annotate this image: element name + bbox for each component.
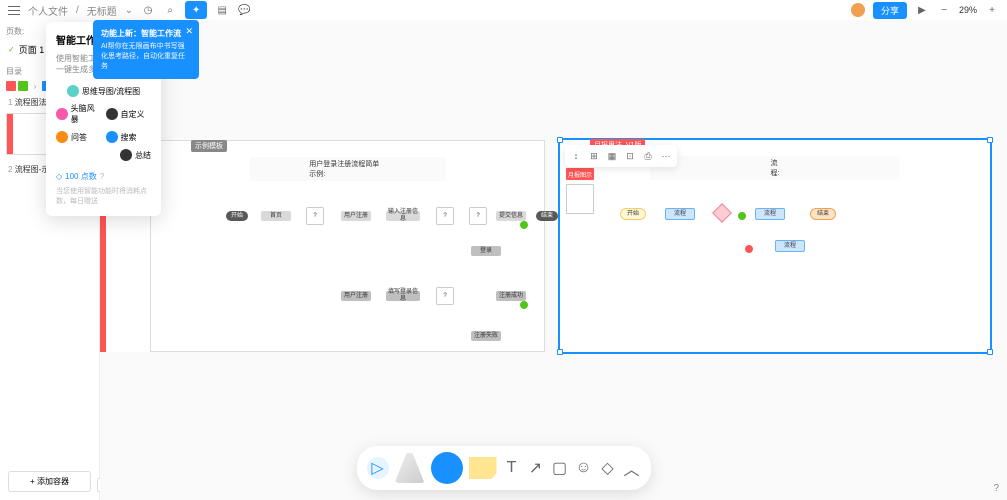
color-red[interactable] <box>6 81 16 91</box>
page-label: 页面 1 <box>19 43 45 56</box>
node[interactable]: 填写登录信息 <box>386 291 420 301</box>
page-icon[interactable]: ▤ <box>215 3 229 17</box>
bottom-dock: ▷ T ↗ ▢ ☺ ◇ ︿ <box>357 446 651 490</box>
node[interactable]: 输入注册信息 <box>386 211 420 221</box>
chip-qa[interactable]: 问答 <box>56 131 102 143</box>
help-button[interactable]: ? <box>993 483 999 494</box>
node-decision[interactable] <box>712 203 732 223</box>
node-decision[interactable]: ? <box>436 287 454 305</box>
breadcrumb-file[interactable]: 无标题 <box>87 3 117 18</box>
breadcrumb-sep: / <box>76 5 79 16</box>
emoji-tool[interactable]: ☺ <box>575 459 593 477</box>
breadcrumb-folder[interactable]: 个人文件 <box>28 3 68 18</box>
node-decision[interactable]: ? <box>306 207 324 225</box>
handle[interactable] <box>987 349 993 355</box>
zoom-level[interactable]: 29% <box>959 5 977 15</box>
node[interactable]: 流程 <box>775 240 805 252</box>
history-icon[interactable]: ◷ <box>141 3 155 17</box>
share-button[interactable]: 分享 <box>873 2 907 19</box>
node-end[interactable]: 结束 <box>810 208 836 220</box>
layout-icon[interactable]: ▦ <box>605 149 619 163</box>
node[interactable]: 用户注册 <box>341 291 371 301</box>
tip-title: 功能上新：智能工作流 <box>101 28 191 39</box>
sticky-note[interactable] <box>469 457 497 479</box>
zoom-in[interactable]: + <box>985 3 999 17</box>
feature-tip: ✕ 功能上新：智能工作流 AI帮你在无限画布中书写强化思考路径，自动化重复任务 <box>93 20 199 79</box>
handle[interactable] <box>557 137 563 143</box>
export-icon[interactable]: ⎙ <box>641 149 655 163</box>
zoom-out[interactable]: − <box>937 3 951 17</box>
selection-toolbar: ↕ ⊞ ▦ ⊡ ⎙ ⋯ <box>565 145 677 167</box>
frame-icon[interactable]: ⊡ <box>623 149 637 163</box>
node-start[interactable]: 开始 <box>226 211 248 221</box>
search-icon[interactable]: ⌕ <box>163 3 177 17</box>
points-fine: 当您使用智能功能时将消耗点数，每日赠送 <box>56 186 151 206</box>
node[interactable]: 流程 <box>665 208 695 220</box>
node[interactable]: 注册失败 <box>471 331 501 341</box>
present-icon[interactable]: ▶ <box>915 3 929 17</box>
sub-tag: 月报图示 <box>566 168 594 180</box>
expand-tool[interactable]: ︿ <box>623 459 641 477</box>
chevron-down-icon[interactable]: ⌄ <box>125 5 133 16</box>
node-start[interactable]: 开始 <box>620 208 646 220</box>
node[interactable]: 首页 <box>261 211 291 221</box>
chip-mindmap[interactable]: 思维导图/流程图 <box>56 85 151 97</box>
badge-yes <box>738 212 746 220</box>
badge-no <box>745 245 753 253</box>
shape-tool[interactable]: ◇ <box>599 459 617 477</box>
node[interactable]: 提交信息 <box>496 211 526 221</box>
node-decision[interactable]: ? <box>436 207 454 225</box>
chip-search[interactable]: 搜索 <box>106 131 152 143</box>
frame-3-selected[interactable]: 月报思法_V1版 流程: 月报图示 开始 流程 流程 结束 流程 <box>560 140 990 352</box>
node[interactable]: 流程 <box>755 208 785 220</box>
grid-icon[interactable]: ⊞ <box>587 149 601 163</box>
badge <box>520 221 528 229</box>
play-button[interactable]: ▷ <box>367 457 389 479</box>
node-decision[interactable]: ? <box>469 207 487 225</box>
badge <box>520 301 528 309</box>
frame-tool[interactable]: ▢ <box>551 459 569 477</box>
frame-title: 流程: <box>651 156 900 180</box>
handle[interactable] <box>557 349 563 355</box>
more-icon[interactable]: ⋯ <box>659 149 673 163</box>
node[interactable]: 注册成功 <box>496 291 526 301</box>
node-end[interactable]: 结束 <box>536 211 558 221</box>
pages-label: 页数: <box>6 26 24 37</box>
close-icon[interactable]: ✕ <box>185 26 193 37</box>
tip-body: AI帮你在无限画布中书写强化思考路径，自动化重复任务 <box>101 42 191 71</box>
color-green[interactable] <box>18 81 28 91</box>
frame-2[interactable]: 示例模板 用户登录注册流程简单示例: 开始 首页 ? 用户注册 输入注册信息 ?… <box>150 140 545 352</box>
handle[interactable] <box>987 137 993 143</box>
node[interactable]: 登录 <box>471 246 501 256</box>
arrow-tool[interactable]: ↗ <box>527 459 545 477</box>
text-tool[interactable]: T <box>503 459 521 477</box>
check-icon: ✓ <box>8 45 15 54</box>
canvas[interactable]: 示例模板 用户登录注册流程简单示例: 开始 首页 ? 用户注册 输入注册信息 ?… <box>100 20 1007 500</box>
chip-summary[interactable]: 总结 <box>106 149 152 161</box>
add-container-button[interactable]: + 添加容器 <box>8 471 91 492</box>
color-more[interactable]: › <box>30 81 40 91</box>
node[interactable]: 用户注册 <box>341 211 371 221</box>
ai-button[interactable]: ✦ <box>185 1 207 19</box>
frame-tag: 示例模板 <box>191 140 227 152</box>
pen-tool[interactable] <box>395 453 425 483</box>
avatar[interactable] <box>851 3 865 17</box>
comment-icon[interactable]: 💬 <box>237 3 251 17</box>
shape-circle[interactable] <box>431 452 463 484</box>
align-icon[interactable]: ↕ <box>569 149 583 163</box>
chip-brainstorm[interactable]: 头脑风暴 <box>56 103 102 125</box>
menu-button[interactable] <box>8 4 20 16</box>
frame-title: 用户登录注册流程简单示例: <box>249 157 446 181</box>
mini-frame[interactable] <box>566 184 594 214</box>
chip-custom[interactable]: 自定义 <box>106 103 152 125</box>
points[interactable]: ◇100 点数? <box>56 171 151 182</box>
